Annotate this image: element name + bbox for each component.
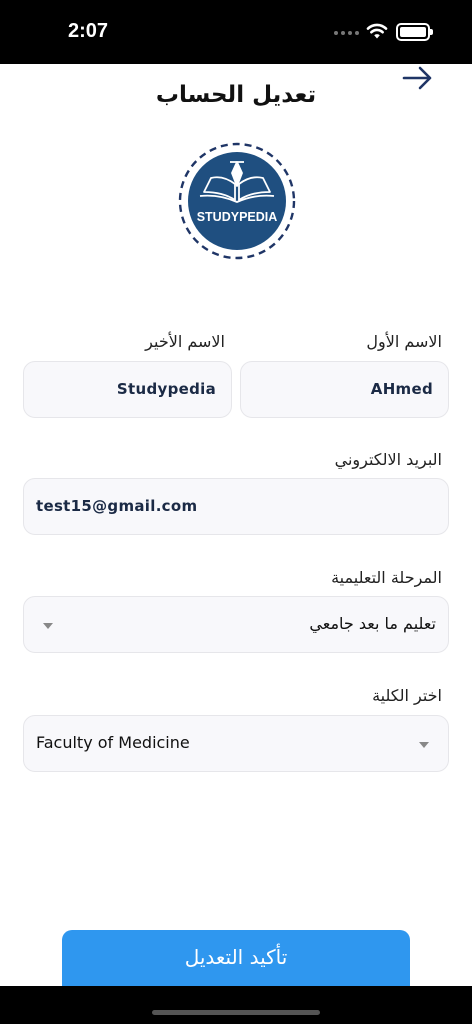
home-indicator[interactable] bbox=[152, 1010, 320, 1015]
status-time: 2:07 bbox=[68, 20, 109, 42]
last-name-field[interactable]: Studypedia bbox=[23, 361, 232, 418]
faculty-label: اختر الكلية bbox=[372, 686, 442, 705]
email-value: test15@gmail.com bbox=[36, 497, 198, 515]
first-name-label: الاسم الأول bbox=[366, 332, 442, 351]
faculty-value: Faculty of Medicine bbox=[36, 733, 190, 752]
email-label: البريد الالكتروني bbox=[334, 450, 442, 469]
page-title: تعديل الحساب bbox=[155, 82, 317, 108]
education-stage-label: المرحلة التعليمية bbox=[331, 568, 442, 587]
logo-text: STUDYPEDIA bbox=[197, 210, 278, 224]
chevron-down-icon bbox=[43, 623, 53, 629]
battery-icon bbox=[396, 23, 433, 41]
education-stage-select[interactable]: تعليم ما بعد جامعي bbox=[23, 596, 449, 653]
first-name-value: AHmed bbox=[370, 380, 433, 398]
first-name-field[interactable]: AHmed bbox=[240, 361, 449, 418]
email-field[interactable]: test15@gmail.com bbox=[23, 478, 449, 535]
chevron-down-icon bbox=[419, 742, 429, 748]
last-name-label: الاسم الأخير bbox=[145, 332, 225, 351]
last-name-value: Studypedia bbox=[116, 380, 216, 398]
studypedia-logo[interactable]: STUDYPEDIA bbox=[171, 140, 303, 262]
wifi-icon bbox=[366, 23, 388, 39]
cellular-signal-icon bbox=[334, 31, 359, 35]
confirm-edit-button[interactable]: تأكيد التعديل bbox=[62, 930, 410, 986]
status-bar: 2:07 bbox=[0, 0, 472, 64]
education-stage-value: تعليم ما بعد جامعي bbox=[309, 614, 436, 633]
faculty-select[interactable]: Faculty of Medicine bbox=[23, 715, 449, 772]
edit-account-screen: تعديل الحساب STUDYPEDIA الاسم الأول الاس… bbox=[0, 64, 472, 986]
